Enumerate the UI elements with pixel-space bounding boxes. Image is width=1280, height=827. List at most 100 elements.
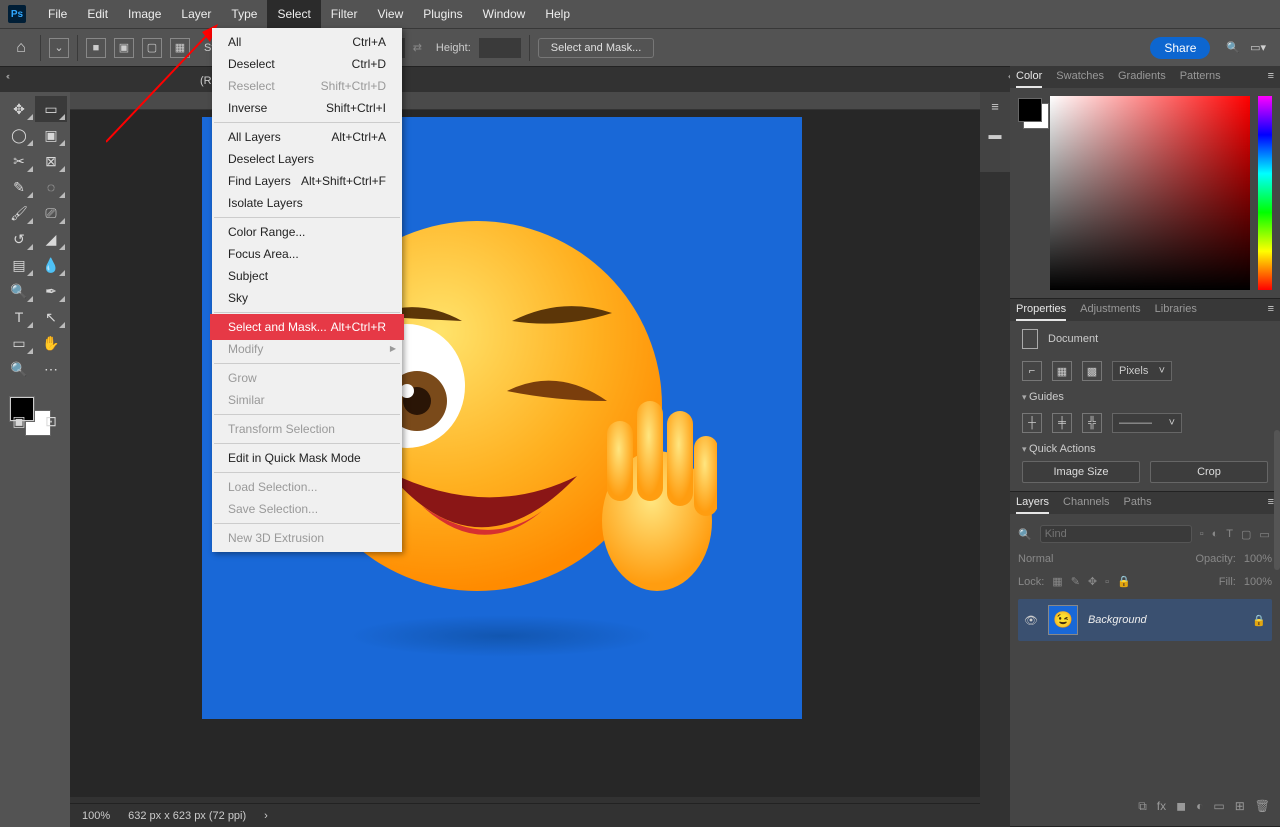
panel-menu-icon[interactable]: ≡ [1268,303,1274,321]
lock-icon[interactable]: ▫ [1105,576,1109,588]
home-icon[interactable]: ⌂ [10,37,32,59]
height-input[interactable] [479,38,521,58]
share-button[interactable]: Share [1150,37,1210,59]
filter-icon[interactable]: ▫ [1200,528,1204,540]
object-select-tool-icon[interactable]: ▣ [35,122,67,148]
rectangle-tool-icon[interactable]: ▭ [3,330,35,356]
menu-view[interactable]: View [367,0,413,28]
menu-item-deselect[interactable]: DeselectCtrl+D [212,53,402,75]
menu-help[interactable]: Help [535,0,580,28]
history-brush-tool-icon[interactable]: ↺ [3,226,35,252]
opacity-value[interactable]: 100% [1244,553,1272,565]
subtract-selection-icon[interactable]: ▢ [142,38,162,58]
edit-toolbar-icon[interactable]: ⋯ [35,356,67,382]
fill-value[interactable]: 100% [1244,576,1272,588]
menu-item-select-and-mask[interactable]: Select and Mask...Alt+Ctrl+R [212,316,402,338]
layer-filter-input[interactable] [1040,525,1192,543]
selection-preset-icon[interactable]: ⌄ [49,38,69,58]
tab-libraries[interactable]: Libraries [1155,303,1197,321]
eraser-tool-icon[interactable]: ◢ [35,226,67,252]
tab-adjustments[interactable]: Adjustments [1080,303,1141,321]
path-select-tool-icon[interactable]: ↖ [35,304,67,330]
menu-plugins[interactable]: Plugins [413,0,472,28]
menu-item-sky[interactable]: Sky [212,287,402,309]
gradient-tool-icon[interactable]: ▤ [3,252,35,278]
menu-item-focus-area[interactable]: Focus Area... [212,243,402,265]
group-icon[interactable]: ▭ [1213,799,1224,814]
delete-icon[interactable]: 🗑 [1255,799,1270,814]
pixel-grid-icon[interactable]: ▩ [1082,361,1102,381]
tab-layers[interactable]: Layers [1016,496,1049,514]
swap-dims-icon[interactable]: ⇄ [413,41,422,54]
guide-style-dropdown[interactable]: ———˅ [1112,413,1182,433]
tab-color[interactable]: Color [1016,70,1042,88]
filter-icon[interactable]: T [1226,528,1233,540]
panel-icon[interactable]: ▬ [980,120,1010,148]
color-swatch-icon[interactable] [1018,98,1042,122]
new-layer-icon[interactable]: ⊞ [1235,799,1245,814]
zoom-value[interactable]: 100% [82,810,110,822]
menu-type[interactable]: Type [221,0,267,28]
menu-select[interactable]: Select [267,0,320,28]
tab-channels[interactable]: Channels [1063,496,1109,514]
menu-item-color-range[interactable]: Color Range... [212,221,402,243]
guide-icon[interactable]: ┼ [1022,413,1042,433]
visibility-icon[interactable]: 👁 [1024,614,1038,627]
zoom-tool-icon[interactable]: 🔍 [3,356,35,382]
tab-swatches[interactable]: Swatches [1056,70,1104,88]
workspace-switcher-icon[interactable]: ▭▾ [1250,41,1266,54]
search-icon[interactable]: 🔍 [1226,41,1240,54]
units-dropdown[interactable]: Pixels˅ [1112,361,1172,381]
layer-row[interactable]: 👁 😉 Background 🔒 [1018,599,1272,641]
guide-icon[interactable]: ╬ [1082,413,1102,433]
menu-item-all-layers[interactable]: All LayersAlt+Ctrl+A [212,126,402,148]
menu-layer[interactable]: Layer [171,0,221,28]
lock-icon[interactable]: ✥ [1088,575,1097,588]
quick-mask-icon[interactable]: ▣ [3,408,35,434]
marquee-tool-icon[interactable]: ▭ [35,96,67,122]
fx-icon[interactable]: fx [1157,799,1166,814]
lasso-tool-icon[interactable]: ◯ [3,122,35,148]
menu-filter[interactable]: Filter [321,0,368,28]
select-and-mask-button[interactable]: Select and Mask... [538,38,655,58]
crop-tool-icon[interactable]: ✂ [3,148,35,174]
panel-icon[interactable]: ≡ [980,92,1010,120]
lock-icon[interactable]: ▦ [1052,575,1062,588]
adjustment-icon[interactable]: ◐ [1196,799,1203,814]
dodge-tool-icon[interactable]: 🔍 [3,278,35,304]
image-size-button[interactable]: Image Size [1022,461,1140,483]
tab-gradients[interactable]: Gradients [1118,70,1166,88]
filter-icon[interactable]: ◐ [1212,528,1219,540]
tab-paths[interactable]: Paths [1124,496,1152,514]
grid-icon[interactable]: ▦ [1052,361,1072,381]
panel-menu-icon[interactable]: ≡ [1268,70,1274,88]
menu-item-deselect-layers[interactable]: Deselect Layers [212,148,402,170]
add-selection-icon[interactable]: ▣ [114,38,134,58]
color-field[interactable] [1050,96,1250,290]
pen-tool-icon[interactable]: ✒ [35,278,67,304]
tab-properties[interactable]: Properties [1016,303,1066,321]
menu-item-edit-in-quick-mask-mode[interactable]: Edit in Quick Mask Mode [212,447,402,469]
menu-image[interactable]: Image [118,0,171,28]
quick-actions-section[interactable]: Quick Actions [1022,443,1268,455]
healing-brush-tool-icon[interactable]: ◌ [35,174,67,200]
menu-window[interactable]: Window [473,0,536,28]
tab-patterns[interactable]: Patterns [1180,70,1221,88]
scrollbar[interactable] [1274,430,1280,570]
filter-icon[interactable]: ▢ [1241,528,1251,541]
blend-mode-dropdown[interactable]: Normal [1018,553,1053,565]
screen-mode-icon[interactable]: ⊡ [35,408,67,434]
crop-button[interactable]: Crop [1150,461,1268,483]
move-tool-icon[interactable]: ✥ [3,96,35,122]
brush-tool-icon[interactable]: 🖌 [3,200,35,226]
menu-item-isolate-layers[interactable]: Isolate Layers [212,192,402,214]
filter-icon[interactable]: ▭ [1259,528,1269,541]
lock-icon[interactable]: ✎ [1071,575,1080,588]
guide-icon[interactable]: ╪ [1052,413,1072,433]
blur-tool-icon[interactable]: 💧 [35,252,67,278]
mask-icon[interactable]: ◼ [1176,799,1186,814]
clone-stamp-tool-icon[interactable]: ⎚ [35,200,67,226]
menu-item-subject[interactable]: Subject [212,265,402,287]
intersect-selection-icon[interactable]: ▦ [170,38,190,58]
menu-edit[interactable]: Edit [77,0,118,28]
